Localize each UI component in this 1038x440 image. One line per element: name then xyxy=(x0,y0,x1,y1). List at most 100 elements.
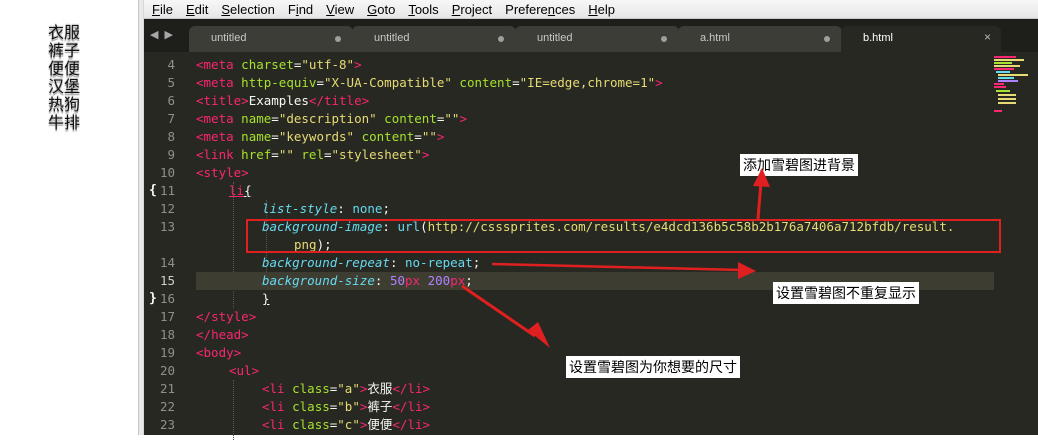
fold-marker-icon[interactable]: } xyxy=(149,290,157,308)
code-line-23: <li class="c">便便</li> xyxy=(262,417,431,432)
preview-item-steak: 牛排 xyxy=(48,113,81,132)
annotation-no-repeat: 设置雪碧图不重复显示 xyxy=(773,282,919,304)
preview-item-burger: 汉堡 xyxy=(48,77,81,96)
preview-item-clothes: 衣服 xyxy=(48,23,81,42)
minimap-line xyxy=(994,62,1012,64)
line-number: 15 xyxy=(159,273,175,288)
code-line-21: <li class="a">衣服</li> xyxy=(262,381,431,396)
close-icon[interactable]: × xyxy=(984,30,991,44)
tab-bar: ◀▶ untitled untitled untitled a.html b.h… xyxy=(144,19,1038,52)
annotation-set-size: 设置雪碧图为你想要的尺寸 xyxy=(566,356,740,378)
minimap-line xyxy=(998,77,1014,79)
menu-find[interactable]: Find xyxy=(288,2,313,17)
preview-item-bianbian: 便便 xyxy=(48,59,81,78)
tab-b-html[interactable]: b.html × xyxy=(841,26,1001,52)
line-number: 9 xyxy=(167,147,175,162)
menu-project[interactable]: Project xyxy=(452,2,492,17)
tab-untitled-1[interactable]: untitled xyxy=(189,26,353,52)
line-number: 6 xyxy=(167,93,175,108)
line-number: 23 xyxy=(159,417,175,432)
unsaved-dot-icon[interactable] xyxy=(661,36,667,42)
chevron-left-icon[interactable]: ◀ xyxy=(150,28,164,41)
menu-file[interactable]: File xyxy=(152,2,173,17)
minimap-line xyxy=(998,98,1016,100)
minimap-line xyxy=(998,102,1016,104)
code-line-16: } xyxy=(262,291,270,306)
minimap-line xyxy=(998,74,1028,76)
menu-preferences[interactable]: Preferences xyxy=(505,2,575,17)
minimap-line xyxy=(994,86,1006,88)
line-number: 10 xyxy=(159,165,175,180)
line-number: 8 xyxy=(167,129,175,144)
minimap-line xyxy=(994,59,1024,61)
tab-label: untitled xyxy=(537,32,573,44)
menu-help[interactable]: Help xyxy=(588,2,615,17)
code-line-11: li{ xyxy=(229,183,252,198)
code-line-9: <link href="" rel="stylesheet"> xyxy=(196,147,430,162)
tab-a-html[interactable]: a.html xyxy=(678,26,842,52)
code-line-4: <meta charset="utf-8"> xyxy=(196,57,362,72)
tab-label: b.html xyxy=(863,32,893,44)
code-line-12: list-style: none; xyxy=(262,201,390,216)
minimap-line xyxy=(994,65,1020,67)
code-line-6: <title>Examples</title> xyxy=(196,93,370,108)
line-number: 12 xyxy=(159,201,175,216)
indent-guide xyxy=(233,380,234,440)
code-line-15: background-size: 50px 200px; xyxy=(262,273,473,288)
minimap-line xyxy=(994,110,1002,112)
code-line-14: background-repeat: no-repeat; xyxy=(262,255,481,270)
line-number: 14 xyxy=(159,255,175,270)
tab-untitled-3[interactable]: untitled xyxy=(515,26,679,52)
minimap-line xyxy=(994,83,1004,85)
line-number: 19 xyxy=(159,345,175,360)
minimap-line xyxy=(994,68,1014,70)
minimap-line xyxy=(996,90,1010,92)
tab-nav-arrows[interactable]: ◀▶ xyxy=(150,28,179,41)
tab-untitled-2[interactable]: untitled xyxy=(352,26,516,52)
minimap-line xyxy=(998,80,1018,82)
minimap[interactable] xyxy=(994,54,1034,124)
line-number: 18 xyxy=(159,327,175,342)
fold-marker-icon[interactable]: { xyxy=(149,182,157,200)
line-number: 17 xyxy=(159,309,175,324)
annotation-add-sprite-background: 添加雪碧图进背景 xyxy=(740,154,858,176)
line-number: 21 xyxy=(159,381,175,396)
minimap-line xyxy=(998,94,1016,96)
minimap-line xyxy=(996,71,1010,73)
minimap-line xyxy=(994,56,1016,58)
preview-item-pants: 裤子 xyxy=(48,41,81,60)
code-line-5: <meta http-equiv="X-UA-Compatible" conte… xyxy=(196,75,663,90)
code-line-18: </head> xyxy=(196,327,249,342)
line-number: 7 xyxy=(167,111,175,126)
browser-preview: 衣服 裤子 便便 汉堡 热狗 牛排 xyxy=(0,0,138,435)
unsaved-dot-icon[interactable] xyxy=(335,36,341,42)
menu-selection[interactable]: Selection xyxy=(221,2,274,17)
line-number: 5 xyxy=(167,75,175,90)
menu-bar: File Edit Selection Find View Goto Tools Projec… xyxy=(144,0,1038,19)
menu-view[interactable]: View xyxy=(326,2,354,17)
menu-edit[interactable]: Edit xyxy=(186,2,208,17)
menu-goto[interactable]: Goto xyxy=(367,2,395,17)
line-number: 4 xyxy=(167,57,175,72)
code-line-17: </style> xyxy=(196,309,257,324)
tab-label: untitled xyxy=(211,32,247,44)
tab-label: untitled xyxy=(374,32,410,44)
line-number: 20 xyxy=(159,363,175,378)
highlight-box-background-image xyxy=(246,219,1001,253)
code-line-10: <style> xyxy=(196,165,249,180)
code-line-22: <li class="b">裤子</li> xyxy=(262,399,431,414)
unsaved-dot-icon[interactable] xyxy=(498,36,504,42)
code-line-8: <meta name="keywords" content=""> xyxy=(196,129,445,144)
code-line-19: <body> xyxy=(196,345,242,360)
menu-tools[interactable]: Tools xyxy=(408,2,438,17)
code-line-20: <ul> xyxy=(229,363,260,378)
line-number-gutter: 4 5 6 7 8 9 10 11 12 13 14 15 16 17 18 19 20 21 22 23{} xyxy=(144,56,186,435)
preview-list: 衣服 裤子 便便 汉堡 热狗 牛排 xyxy=(48,24,80,132)
preview-item-hotdog: 热狗 xyxy=(48,95,81,114)
tab-label: a.html xyxy=(700,32,730,44)
chevron-right-icon[interactable]: ▶ xyxy=(164,28,178,41)
code-line-7: <meta name="description" content=""> xyxy=(196,111,467,126)
line-number: 22 xyxy=(159,399,175,414)
line-number: 13 xyxy=(159,219,175,234)
unsaved-dot-icon[interactable] xyxy=(824,36,830,42)
